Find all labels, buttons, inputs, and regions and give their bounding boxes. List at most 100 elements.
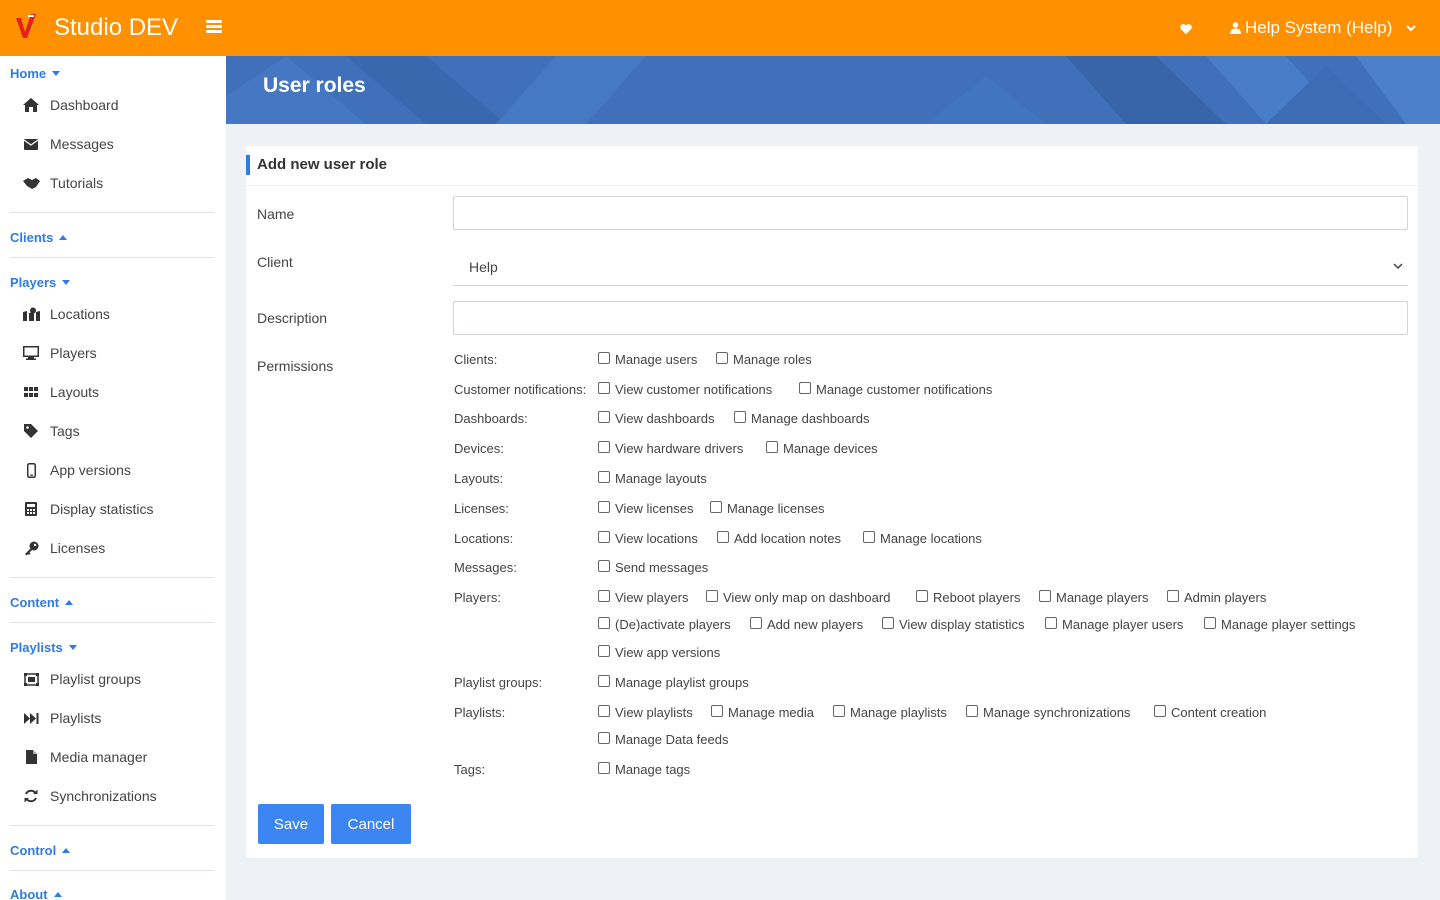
checkbox-icon[interactable] xyxy=(799,381,811,394)
perm-checkbox[interactable]: View players xyxy=(598,589,688,605)
checkbox-icon[interactable] xyxy=(711,704,723,717)
sidebar-item-media-manager[interactable]: Media manager xyxy=(22,749,147,765)
perm-checkbox[interactable]: Manage tags xyxy=(598,761,690,777)
perm-checkbox[interactable]: Manage players xyxy=(1039,589,1149,605)
perm-checkbox[interactable]: Manage locations xyxy=(863,530,982,546)
sidebar-section-players[interactable]: Players xyxy=(10,275,71,290)
sidebar-item-dashboard[interactable]: Dashboard xyxy=(22,97,119,113)
sidebar-item-layouts[interactable]: Layouts xyxy=(22,384,99,400)
checkbox-icon[interactable] xyxy=(598,559,610,572)
sidebar-section-clients[interactable]: Clients xyxy=(10,230,68,245)
sidebar-section-home[interactable]: Home xyxy=(10,66,61,81)
perm-checkbox[interactable]: Manage layouts xyxy=(598,470,707,486)
checkbox-icon[interactable] xyxy=(766,440,778,453)
perm-checkbox[interactable]: View licenses xyxy=(598,500,694,516)
perm-checkbox[interactable]: Manage users xyxy=(598,351,697,367)
checkbox-icon[interactable] xyxy=(598,381,610,394)
sidebar-item-tutorials[interactable]: Tutorials xyxy=(22,175,103,191)
checkbox-icon[interactable] xyxy=(716,351,728,364)
perm-checkbox[interactable]: Content creation xyxy=(1154,704,1266,720)
name-input[interactable] xyxy=(453,196,1408,230)
perm-checkbox[interactable]: Manage customer notifications xyxy=(799,381,992,397)
sidebar-section-about[interactable]: About xyxy=(10,887,62,900)
perm-checkbox[interactable]: View playlists xyxy=(598,704,693,720)
perm-checkbox[interactable]: Manage Data feeds xyxy=(598,731,728,747)
checkbox-icon[interactable] xyxy=(598,616,610,629)
heart-icon[interactable] xyxy=(1179,22,1193,36)
checkbox-icon[interactable] xyxy=(1154,704,1166,717)
perm-checkbox[interactable]: (De)activate players xyxy=(598,616,731,632)
checkbox-icon[interactable] xyxy=(1167,589,1179,602)
checkbox-icon[interactable] xyxy=(750,616,762,629)
checkbox-icon[interactable] xyxy=(598,351,610,364)
perm-checkbox[interactable]: Manage playlists xyxy=(833,704,947,720)
file-icon xyxy=(22,749,40,765)
perm-checkbox[interactable]: View locations xyxy=(598,530,698,546)
checkbox-icon[interactable] xyxy=(598,704,610,717)
brand-title[interactable]: Studio DEV xyxy=(54,14,178,42)
perm-checkbox[interactable]: View customer notifications xyxy=(598,381,772,397)
perm-checkbox[interactable]: Manage media xyxy=(711,704,814,720)
sidebar-item-locations[interactable]: Locations xyxy=(22,306,110,322)
studio-logo-icon[interactable] xyxy=(14,12,40,44)
sidebar-item-licenses[interactable]: Licenses xyxy=(22,540,105,556)
sidebar-item-app-versions[interactable]: App versions xyxy=(22,462,131,478)
sidebar-section-control[interactable]: Control xyxy=(10,843,71,858)
checkbox-icon[interactable] xyxy=(863,530,875,543)
sidebar-item-players[interactable]: Players xyxy=(22,345,97,361)
perm-checkbox[interactable]: Manage dashboards xyxy=(734,410,870,426)
sidebar-section-playlists[interactable]: Playlists xyxy=(10,640,77,655)
sidebar-section-content[interactable]: Content xyxy=(10,595,74,610)
checkbox-icon[interactable] xyxy=(598,674,610,687)
checkbox-icon[interactable] xyxy=(598,440,610,453)
cancel-button[interactable]: Cancel xyxy=(331,804,411,844)
perm-checkbox[interactable]: Manage playlist groups xyxy=(598,674,749,690)
perm-checkbox[interactable]: Manage synchronizations xyxy=(966,704,1130,720)
sidebar-item-tags[interactable]: Tags xyxy=(22,423,80,439)
description-input[interactable] xyxy=(453,301,1408,335)
user-menu[interactable]: Help System (Help) xyxy=(1230,18,1417,38)
sidebar-item-synchronizations[interactable]: Synchronizations xyxy=(22,788,157,804)
checkbox-icon[interactable] xyxy=(706,589,718,602)
checkbox-icon[interactable] xyxy=(1039,589,1051,602)
perm-checkbox[interactable]: Add location notes xyxy=(717,530,841,546)
perm-checkbox[interactable]: Manage roles xyxy=(716,351,812,367)
perm-checkbox[interactable]: View hardware drivers xyxy=(598,440,743,456)
perm-checkbox[interactable]: Manage devices xyxy=(766,440,878,456)
checkbox-icon[interactable] xyxy=(966,704,978,717)
checkbox-icon[interactable] xyxy=(598,731,610,744)
perm-checkbox[interactable]: Admin players xyxy=(1167,589,1266,605)
sidebar-item-messages[interactable]: Messages xyxy=(22,136,114,152)
checkbox-icon[interactable] xyxy=(1204,616,1216,629)
checkbox-icon[interactable] xyxy=(598,410,610,423)
perm-checkbox[interactable]: Send messages xyxy=(598,559,708,575)
menu-toggle-icon[interactable] xyxy=(206,20,222,34)
client-select[interactable]: Help xyxy=(453,248,1408,286)
checkbox-icon[interactable] xyxy=(1045,616,1057,629)
checkbox-icon[interactable] xyxy=(598,589,610,602)
checkbox-icon[interactable] xyxy=(833,704,845,717)
perm-checkbox[interactable]: View only map on dashboard xyxy=(706,589,890,605)
checkbox-icon[interactable] xyxy=(710,500,722,513)
perm-checkbox[interactable]: Manage licenses xyxy=(710,500,825,516)
perm-checkbox[interactable]: View dashboards xyxy=(598,410,715,426)
sidebar-item-playlist-groups[interactable]: Playlist groups xyxy=(22,671,141,687)
perm-checkbox[interactable]: Add new players xyxy=(750,616,863,632)
checkbox-icon[interactable] xyxy=(598,500,610,513)
sidebar-item-display-statistics[interactable]: Display statistics xyxy=(22,501,153,517)
checkbox-icon[interactable] xyxy=(598,530,610,543)
checkbox-icon[interactable] xyxy=(598,470,610,483)
sidebar-item-playlists[interactable]: Playlists xyxy=(22,710,101,726)
checkbox-icon[interactable] xyxy=(882,616,894,629)
perm-checkbox[interactable]: Manage player users xyxy=(1045,616,1183,632)
perm-checkbox[interactable]: Reboot players xyxy=(916,589,1020,605)
save-button[interactable]: Save xyxy=(258,804,324,844)
checkbox-icon[interactable] xyxy=(598,761,610,774)
perm-checkbox[interactable]: Manage player settings xyxy=(1204,616,1355,632)
checkbox-icon[interactable] xyxy=(717,530,729,543)
perm-checkbox[interactable]: View display statistics xyxy=(882,616,1024,632)
checkbox-icon[interactable] xyxy=(734,410,746,423)
perm-checkbox[interactable]: View app versions xyxy=(598,644,720,660)
checkbox-icon[interactable] xyxy=(598,644,610,657)
checkbox-icon[interactable] xyxy=(916,589,928,602)
